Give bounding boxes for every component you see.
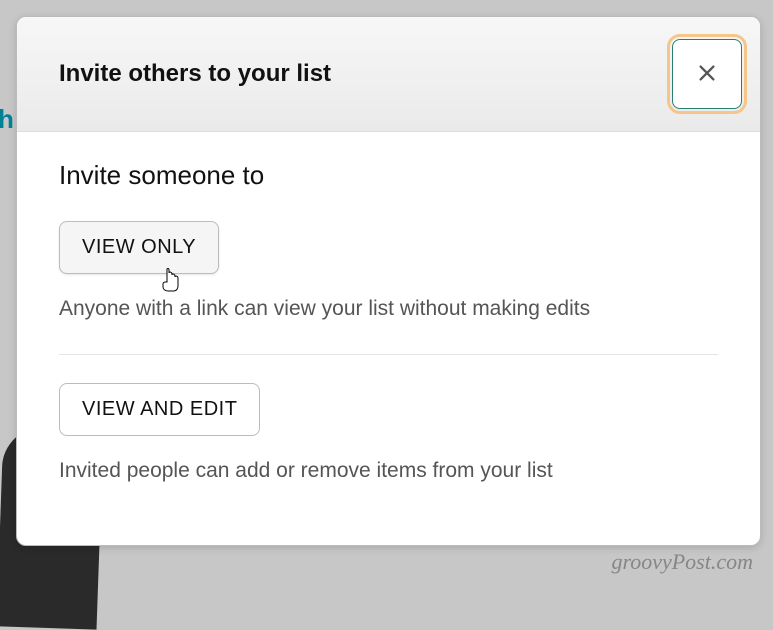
invite-modal: Invite others to your list Invite someon… — [16, 16, 761, 546]
modal-header: Invite others to your list — [17, 17, 760, 132]
view-only-description: Anyone with a link can view your list wi… — [59, 292, 718, 326]
watermark: groovyPost.com — [611, 549, 753, 575]
view-and-edit-button[interactable]: VIEW AND EDIT — [59, 383, 260, 436]
view-and-edit-description: Invited people can add or remove items f… — [59, 454, 718, 488]
close-button[interactable] — [672, 39, 742, 109]
close-icon — [696, 62, 718, 87]
modal-body: Invite someone to VIEW ONLY Anyone with … — [17, 132, 760, 515]
divider — [59, 354, 718, 355]
backdrop-text: h — [0, 104, 14, 135]
section-title: Invite someone to — [59, 160, 718, 191]
modal-title: Invite others to your list — [59, 60, 331, 88]
view-only-button[interactable]: VIEW ONLY — [59, 221, 219, 274]
